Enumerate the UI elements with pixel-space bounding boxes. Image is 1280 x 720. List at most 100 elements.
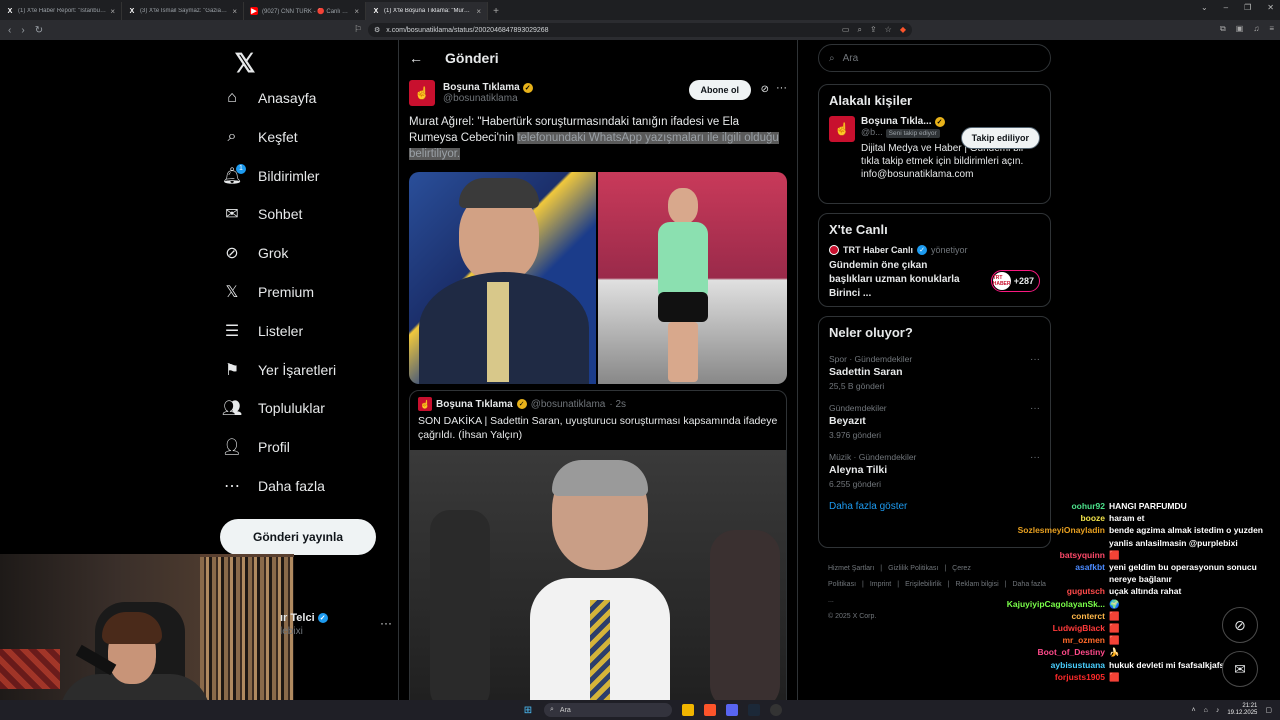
back-arrow-icon[interactable]: ← bbox=[409, 50, 423, 66]
trend-more-icon[interactable]: ··· bbox=[1030, 354, 1040, 365]
reload-icon[interactable]: ↻ bbox=[35, 25, 43, 36]
notification-icon[interactable]: ▢ bbox=[1265, 706, 1272, 714]
discord-icon[interactable] bbox=[726, 704, 738, 716]
chat-username[interactable]: batsyquinn bbox=[994, 549, 1105, 561]
nav-item-yer-i-şaretleri[interactable]: ⚑ Yer İşaretleri bbox=[220, 352, 336, 388]
author-handle[interactable]: @bosunatiklama bbox=[443, 93, 533, 104]
close-tab-icon[interactable]: × bbox=[232, 7, 237, 16]
zoom-icon[interactable]: ⌕ bbox=[857, 25, 861, 35]
chat-username[interactable]: asafkbt bbox=[994, 561, 1105, 585]
account-switcher[interactable]: ır Telci ✓ lebixi ··· bbox=[280, 612, 392, 637]
quoted-media-photo[interactable] bbox=[410, 450, 786, 700]
close-tab-icon[interactable]: × bbox=[354, 7, 359, 16]
close-window-icon[interactable]: ✕ bbox=[1267, 3, 1274, 12]
chat-username[interactable]: LudwigBlack bbox=[994, 622, 1105, 634]
minimize-icon[interactable]: – bbox=[1224, 3, 1228, 12]
trend-item[interactable]: Spor · Gündemdekiler Sadettin Saran 25,5 B… bbox=[829, 354, 1040, 391]
trend-more-icon[interactable]: ··· bbox=[1030, 452, 1040, 463]
media-icon[interactable]: ♫ bbox=[1253, 24, 1259, 34]
nav-item-anasayfa[interactable]: ⌂ Anasayfa bbox=[220, 80, 316, 116]
bookmark-page-icon[interactable]: ⚐ bbox=[354, 24, 362, 35]
browser-tab[interactable]: ▶ (9027) CNN TÜRK - 🔴 Canlı Yayın ᴴᴰ × bbox=[244, 2, 366, 20]
close-tab-icon[interactable]: × bbox=[476, 7, 481, 16]
following-button[interactable]: Takip ediliyor bbox=[960, 127, 1040, 149]
footer-link[interactable]: Hizmet Şartları bbox=[828, 565, 874, 572]
bookmark-star-icon[interactable]: ☆ bbox=[885, 25, 892, 35]
back-icon[interactable]: ‹ bbox=[8, 25, 11, 36]
nav-item-topluluklar[interactable]: 👥︎ Topluluklar bbox=[220, 390, 325, 426]
site-info-icon[interactable]: ⚙ bbox=[374, 26, 380, 34]
chat-username[interactable]: aybisustuana bbox=[994, 659, 1105, 671]
live-host-row[interactable]: TRT Haber Canlı ✓ yönetiyor bbox=[829, 245, 1040, 255]
browser-tab[interactable]: X (3) X'te İsmail Saymaz: "Gaziantep'in .… bbox=[122, 2, 244, 20]
clock[interactable]: 21:21 19.12.2025 bbox=[1227, 703, 1257, 717]
nav-item-listeler[interactable]: ☰ Listeler bbox=[220, 313, 303, 349]
nav-item-sohbet[interactable]: ✉ Sohbet bbox=[220, 196, 302, 232]
share-icon[interactable]: ⇪ bbox=[870, 25, 877, 35]
volume-icon[interactable]: ♪ bbox=[1216, 707, 1220, 714]
footer-link[interactable]: Imprint bbox=[870, 581, 891, 588]
messages-fab-icon[interactable]: ✉ bbox=[1222, 651, 1258, 687]
footer-link[interactable]: Erişilebilirlik bbox=[905, 581, 942, 588]
chat-username[interactable]: conterct bbox=[994, 610, 1105, 622]
tray-chevron-icon[interactable]: ˄ bbox=[1192, 707, 1196, 714]
steam-icon[interactable] bbox=[748, 704, 760, 716]
extensions-icon[interactable]: ⧉ bbox=[1220, 24, 1226, 34]
trend-item[interactable]: Gündemdekiler Beyazıt 3.976 gönderi ··· bbox=[829, 403, 1040, 440]
address-bar[interactable]: ⚙ x.com/bosunatiklama/status/20020468478… bbox=[368, 23, 912, 37]
media-photo-left[interactable] bbox=[409, 172, 596, 384]
tab-search-icon[interactable]: ⌄ bbox=[1201, 3, 1208, 12]
search-box[interactable]: ⌕ Ara bbox=[818, 44, 1051, 72]
restore-icon[interactable]: ❐ bbox=[1244, 3, 1251, 12]
chat-username[interactable]: mr_ozmen bbox=[994, 634, 1105, 646]
related-name[interactable]: Boşuna Tıkla... bbox=[861, 116, 932, 127]
nav-item-bildirimler[interactable]: 🔔︎ 1 Bildirimler bbox=[220, 158, 319, 194]
chat-username[interactable]: booze bbox=[994, 512, 1105, 524]
more-options-icon[interactable]: ··· bbox=[776, 82, 787, 94]
windows-start-icon[interactable]: ⊞ bbox=[522, 704, 534, 716]
nav-item-grok[interactable]: ⊘ Grok bbox=[220, 235, 288, 271]
nav-item-premium[interactable]: 𝕏 Premium bbox=[220, 274, 314, 310]
network-icon[interactable]: ⌂ bbox=[1204, 707, 1208, 714]
related-avatar[interactable]: ☝ bbox=[829, 116, 855, 142]
close-tab-icon[interactable]: × bbox=[110, 7, 115, 16]
quoted-tweet[interactable]: ☝ Boşuna Tıklama ✓ @bosunatiklama · 2s S… bbox=[409, 390, 787, 700]
chat-username[interactable]: SozlesmeyiOnayladin bbox=[994, 524, 1105, 548]
trend-item[interactable]: Müzik · Gündemdekiler Aleyna Tilki 6.255 g… bbox=[829, 452, 1040, 489]
brave-icon[interactable] bbox=[704, 704, 716, 716]
nav-item-daha-fazla[interactable]: ⋯ Daha fazla bbox=[220, 468, 325, 504]
file-explorer-icon[interactable] bbox=[682, 704, 694, 716]
browser-tab[interactable]: X (1) X'te Boşuna Tıklama: "Murat ... × bbox=[366, 2, 488, 20]
live-description[interactable]: Gündemin öne çıkan başlıkları uzman konu… bbox=[829, 259, 969, 301]
install-app-icon[interactable]: ▭ bbox=[842, 25, 850, 35]
trend-more-icon[interactable]: ··· bbox=[1030, 403, 1040, 414]
author-name[interactable]: Boşuna Tıklama bbox=[443, 82, 520, 93]
tweet-media[interactable] bbox=[409, 172, 787, 384]
chat-username[interactable]: Boot_of_Destiny bbox=[994, 646, 1105, 658]
brave-shield-icon[interactable]: ◆ bbox=[900, 25, 906, 35]
wallet-icon[interactable]: ▣ bbox=[1236, 24, 1244, 34]
nav-item-keşfet[interactable]: ⌕ Keşfet bbox=[220, 119, 298, 155]
grok-icon[interactable]: ⊘ bbox=[761, 84, 769, 95]
footer-link[interactable]: Reklam bilgisi bbox=[955, 581, 998, 588]
x-logo-icon[interactable]: 𝕏 bbox=[228, 46, 262, 80]
live-listeners-badge[interactable]: TRT HABER +287 bbox=[990, 270, 1040, 292]
subscribe-button[interactable]: Abone ol bbox=[688, 80, 751, 100]
taskbar-search[interactable]: ⌕ Ara bbox=[544, 703, 672, 717]
new-tab-icon[interactable]: + bbox=[488, 2, 504, 20]
chat-username[interactable]: oohur92 bbox=[994, 500, 1105, 512]
post-button[interactable]: Gönderi yayınla bbox=[220, 519, 376, 555]
chat-username[interactable]: KajuyiyipCagolayanSk... bbox=[994, 598, 1105, 610]
menu-icon[interactable]: ≡ bbox=[1269, 24, 1274, 34]
chat-username[interactable]: forjusts1905 bbox=[994, 671, 1105, 683]
media-photo-right[interactable] bbox=[598, 172, 787, 384]
forward-icon[interactable]: › bbox=[21, 25, 24, 36]
nav-item-profil[interactable]: 👤︎ Profil bbox=[220, 429, 290, 465]
account-more-icon[interactable]: ··· bbox=[380, 616, 392, 630]
browser-tab[interactable]: X (1) X'te Haber Report: "İstanbul Başsa.… bbox=[0, 2, 122, 20]
obs-icon[interactable] bbox=[770, 704, 782, 716]
avatar[interactable]: ☝ bbox=[409, 80, 435, 106]
footer-link[interactable]: Gizlilik Politikası bbox=[888, 565, 938, 572]
chat-username[interactable]: gugutsch bbox=[994, 585, 1105, 597]
grok-fab-icon[interactable]: ⊘ bbox=[1222, 607, 1258, 643]
